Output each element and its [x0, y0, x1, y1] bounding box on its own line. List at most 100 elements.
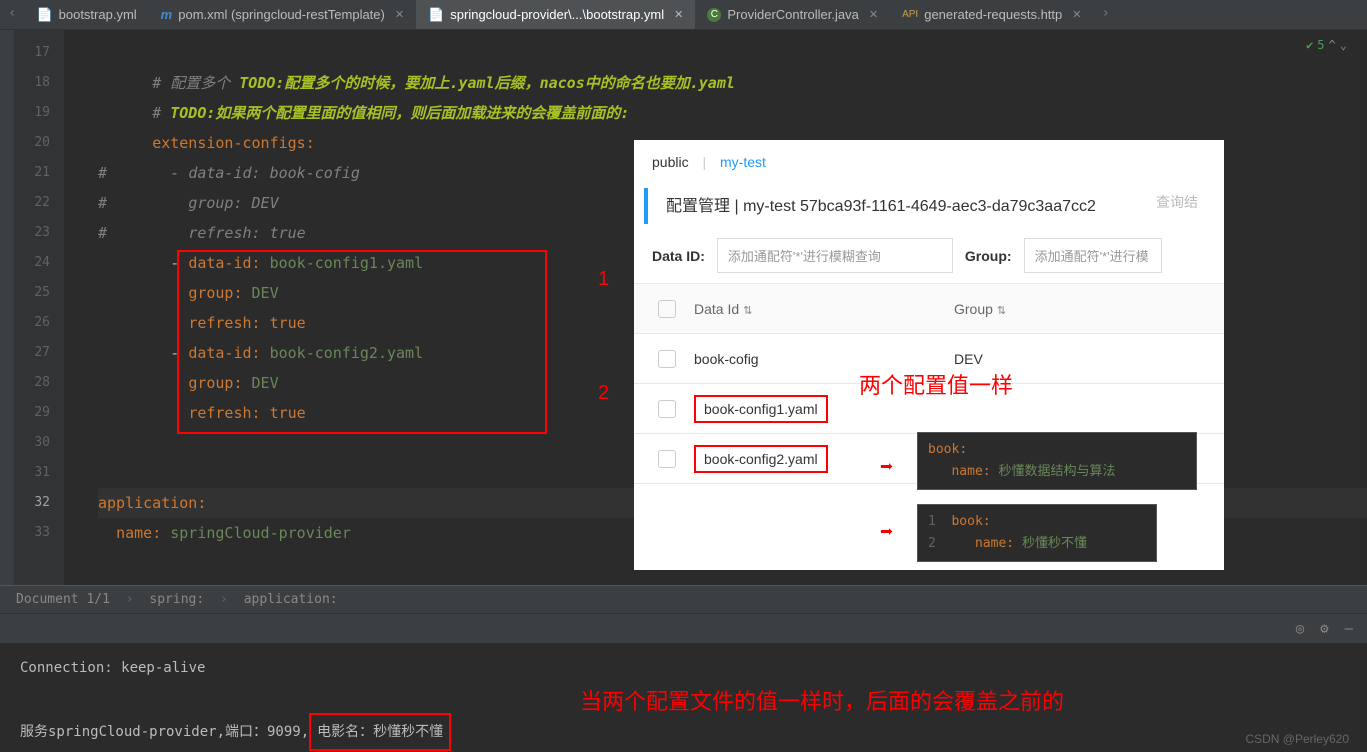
line-no: 24	[14, 248, 50, 278]
code-tooltip: book: name: 秒懂数据结构与算法	[917, 432, 1197, 490]
line-no: 22	[14, 188, 50, 218]
cell-group: DEV	[954, 351, 1224, 367]
yaml-value: true	[270, 224, 306, 242]
yaml-value: DEV	[252, 284, 279, 302]
yaml-key: data-id	[188, 254, 251, 272]
annotation-number: 2	[598, 382, 609, 405]
tab-provider-bootstrap[interactable]: 📄 springcloud-provider\...\bootstrap.yml…	[416, 0, 695, 29]
tool-window-bar[interactable]	[0, 30, 14, 585]
checkbox[interactable]	[658, 350, 676, 368]
target-icon[interactable]: ◎	[1296, 621, 1304, 637]
line-no: 18	[14, 68, 50, 98]
annotation-text: 两个配置值一样	[859, 368, 1013, 400]
separator: |	[702, 154, 706, 170]
query-hint: 查询结	[1156, 192, 1198, 212]
checkbox[interactable]	[658, 450, 676, 468]
breadcrumb-item[interactable]: application:	[244, 592, 338, 607]
namespace-id: my-test 57bca93f-1161-4649-aec3-da79c3aa…	[743, 198, 1096, 215]
hash: #	[98, 224, 107, 242]
code-tooltip: 1 book: 2 name: 秒懂秒不懂	[917, 504, 1157, 562]
tab-label: bootstrap.yml	[59, 7, 137, 22]
title-text: 配置管理	[666, 198, 730, 215]
tab-http[interactable]: API generated-requests.http ✕	[890, 0, 1093, 29]
hash: #	[98, 194, 107, 212]
group-input[interactable]: 添加通配符'*'进行模	[1024, 238, 1162, 273]
dataid-input[interactable]: 添加通配符'*'进行模糊查询	[717, 238, 953, 273]
console-line: 服务springCloud-provider,端口：9099,电影名：秒懂秒不懂	[20, 713, 1347, 751]
group-label: Group:	[965, 248, 1012, 264]
yaml-value: springCloud-provider	[170, 524, 351, 542]
console-line: Connection: keep-alive	[20, 653, 1347, 683]
yaml-value: book-config1.yaml	[270, 254, 424, 272]
col-dataid[interactable]: Data Id⇅	[694, 301, 954, 317]
close-icon[interactable]: ✕	[1072, 8, 1081, 21]
sort-icon: ⇅	[743, 305, 752, 317]
cell-dataid: book-config2.yaml	[694, 445, 954, 473]
tab-label: ProviderController.java	[727, 7, 859, 22]
annotation-number: 1	[598, 268, 609, 291]
close-icon[interactable]: ✕	[395, 8, 404, 21]
tab-pom[interactable]: m pom.xml (springcloud-restTemplate) ✕	[149, 0, 416, 29]
checkbox[interactable]	[658, 400, 676, 418]
line-no: 29	[14, 398, 50, 428]
separator: |	[734, 198, 743, 215]
todo: nacos	[540, 74, 585, 92]
arrow-icon: ➡	[880, 520, 893, 545]
cell-dataid: book-cofig	[694, 351, 954, 367]
yaml-value: DEV	[252, 374, 279, 392]
gear-icon[interactable]: ⚙	[1320, 621, 1328, 637]
yaml-key: data-id	[188, 344, 251, 362]
line-no: 21	[14, 158, 50, 188]
yaml-key: application	[98, 494, 197, 512]
yaml-value: book-cofig	[270, 164, 360, 182]
tab-bootstrap[interactable]: 📄 bootstrap.yml	[24, 0, 148, 29]
yaml-value: book-config2.yaml	[270, 344, 424, 362]
annotation-box: 电影名：秒懂秒不懂	[309, 713, 451, 751]
tab-scroll-left-icon[interactable]: ‹	[0, 0, 24, 29]
line-no: 19	[14, 98, 50, 128]
minus-icon[interactable]: —	[1345, 621, 1353, 637]
tab-scroll-right-icon[interactable]: ›	[1093, 0, 1117, 29]
chevron-right-icon: ›	[220, 592, 228, 607]
line-no: 31	[14, 458, 50, 488]
line-no: 26	[14, 308, 50, 338]
yaml-key: refresh	[188, 314, 251, 332]
todo: TODO:配置多个的时候，要加上.yaml后缀，	[239, 74, 539, 92]
checkbox-all[interactable]	[658, 300, 676, 318]
line-no: 20	[14, 128, 50, 158]
dataid-label: Data ID:	[652, 248, 705, 264]
chevron-right-icon: ›	[126, 592, 134, 607]
gutter: 17 18 19 20 21 22 23 24 25 26 27 28 29 3…	[14, 30, 64, 585]
console-output: Connection: keep-alive 服务springCloud-pro…	[0, 643, 1367, 738]
yaml-key: group	[188, 284, 233, 302]
yaml-key: group	[188, 374, 233, 392]
namespace-tabs: public | my-test	[634, 140, 1224, 184]
sort-icon: ⇅	[997, 305, 1006, 317]
annotation-text: 当两个配置文件的值一样时，后面的会覆盖之前的	[580, 687, 1064, 717]
tab-label: springcloud-provider\...\bootstrap.yml	[450, 7, 664, 22]
comment: #	[152, 104, 170, 122]
yaml-value: DEV	[252, 194, 279, 212]
yaml-value: true	[270, 404, 306, 422]
panel-title: 配置管理 | my-test 57bca93f-1161-4649-aec3-d…	[644, 188, 1216, 224]
yaml-key: data-id	[188, 164, 251, 182]
close-icon[interactable]: ✕	[674, 8, 683, 21]
yaml-key: group	[188, 194, 233, 212]
line-no: 27	[14, 338, 50, 368]
line-no: 17	[14, 38, 50, 68]
breadcrumb-item[interactable]: spring:	[149, 592, 204, 607]
ns-tab-mytest[interactable]: my-test	[720, 154, 766, 170]
breadcrumb: Document 1/1 › spring: › application:	[0, 585, 1367, 613]
filter-row: Data ID: 添加通配符'*'进行模糊查询 Group: 添加通配符'*'进…	[634, 238, 1224, 283]
tab-provider-controller[interactable]: C ProviderController.java ✕	[695, 0, 890, 29]
col-group[interactable]: Group⇅	[954, 301, 1224, 317]
yaml-key: refresh	[188, 404, 251, 422]
close-icon[interactable]: ✕	[869, 8, 878, 21]
table-header: Data Id⇅ Group⇅	[634, 284, 1224, 334]
breadcrumb-item[interactable]: Document 1/1	[16, 592, 110, 607]
editor-tabs: ‹ 📄 bootstrap.yml m pom.xml (springcloud…	[0, 0, 1367, 30]
tab-label: pom.xml (springcloud-restTemplate)	[178, 7, 385, 22]
line-no: 33	[14, 518, 50, 548]
ns-tab-public[interactable]: public	[652, 154, 689, 170]
class-icon: C	[707, 8, 721, 22]
